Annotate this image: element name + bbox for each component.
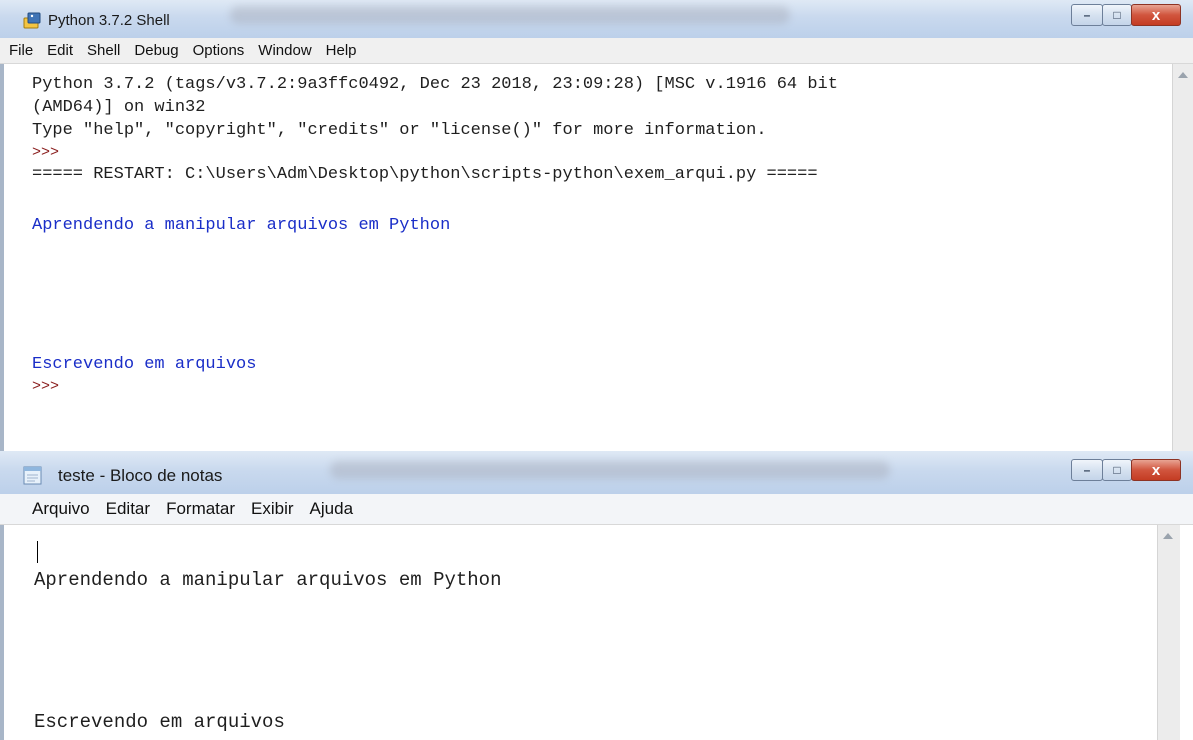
menu-editar[interactable]: Editar bbox=[98, 499, 158, 519]
notepad-line: Aprendendo a manipular arquivos em Pytho… bbox=[34, 569, 502, 591]
menu-window[interactable]: Window bbox=[251, 42, 318, 59]
shell-restart-line: ===== RESTART: C:\Users\Adm\Desktop\pyth… bbox=[32, 165, 818, 184]
shell-output-line-2: Escrevendo em arquivos bbox=[32, 355, 257, 374]
shell-title-bar[interactable]: Python 3.7.2 Shell – □ x bbox=[0, 0, 1193, 39]
notepad-window-controls: – □ x bbox=[1071, 459, 1181, 481]
shell-prompt-final: >>> bbox=[32, 378, 60, 395]
close-icon[interactable]: x bbox=[1131, 459, 1181, 481]
shell-window-title: Python 3.7.2 Shell bbox=[48, 12, 170, 29]
scroll-up-arrow-icon[interactable] bbox=[1163, 533, 1173, 539]
shell-banner-line: Python 3.7.2 (tags/v3.7.2:9a3ffc0492, De… bbox=[32, 75, 838, 94]
menu-edit[interactable]: Edit bbox=[40, 42, 80, 59]
menu-formatar[interactable]: Formatar bbox=[158, 499, 243, 519]
notepad-menu-bar: Arquivo Editar Formatar Exibir Ajuda bbox=[0, 494, 1193, 525]
shell-window-controls: – □ x bbox=[1071, 4, 1181, 26]
notepad-title-bar[interactable]: teste - Bloco de notas – □ x bbox=[0, 451, 1193, 495]
notepad-window-title: teste - Bloco de notas bbox=[58, 466, 223, 485]
shell-text-area[interactable]: Python 3.7.2 (tags/v3.7.2:9a3ffc0492, De… bbox=[0, 64, 1172, 451]
menu-debug[interactable]: Debug bbox=[127, 42, 185, 59]
shell-menu-bar: File Edit Shell Debug Options Window Hel… bbox=[0, 38, 1193, 64]
maximize-icon[interactable]: □ bbox=[1102, 459, 1132, 481]
maximize-icon[interactable]: □ bbox=[1102, 4, 1132, 26]
notepad-vertical-scrollbar[interactable] bbox=[1157, 525, 1180, 740]
shell-help-line: Type "help", "copyright", "credits" or "… bbox=[32, 121, 767, 140]
shell-vertical-scrollbar[interactable] bbox=[1172, 64, 1193, 451]
shell-prompt: >>> bbox=[32, 144, 60, 161]
text-caret bbox=[37, 541, 38, 563]
notepad-icon bbox=[22, 466, 42, 485]
menu-help[interactable]: Help bbox=[319, 42, 364, 59]
notepad-line-2: Escrevendo em arquivos bbox=[34, 711, 285, 733]
menu-arquivo[interactable]: Arquivo bbox=[0, 499, 98, 519]
minimize-icon[interactable]: – bbox=[1071, 4, 1103, 26]
menu-ajuda[interactable]: Ajuda bbox=[302, 499, 361, 519]
python-idle-icon bbox=[22, 12, 42, 30]
menu-file[interactable]: File bbox=[0, 42, 40, 59]
title-blur-decoration bbox=[230, 6, 790, 24]
shell-banner-line-2: (AMD64)] on win32 bbox=[32, 98, 206, 117]
close-icon[interactable]: x bbox=[1131, 4, 1181, 26]
python-shell-window: Python 3.7.2 Shell – □ x File Edit Shell… bbox=[0, 0, 1193, 451]
menu-exibir[interactable]: Exibir bbox=[243, 499, 302, 519]
menu-options[interactable]: Options bbox=[186, 42, 252, 59]
minimize-icon[interactable]: – bbox=[1071, 459, 1103, 481]
menu-shell[interactable]: Shell bbox=[80, 42, 127, 59]
scroll-up-arrow-icon[interactable] bbox=[1178, 72, 1188, 78]
notepad-text-area[interactable]: Aprendendo a manipular arquivos em Pytho… bbox=[0, 525, 1156, 740]
title-blur-decoration bbox=[330, 461, 890, 479]
notepad-window: teste - Bloco de notas – □ x Arquivo Edi… bbox=[0, 451, 1193, 740]
shell-output-line: Aprendendo a manipular arquivos em Pytho… bbox=[32, 216, 451, 235]
